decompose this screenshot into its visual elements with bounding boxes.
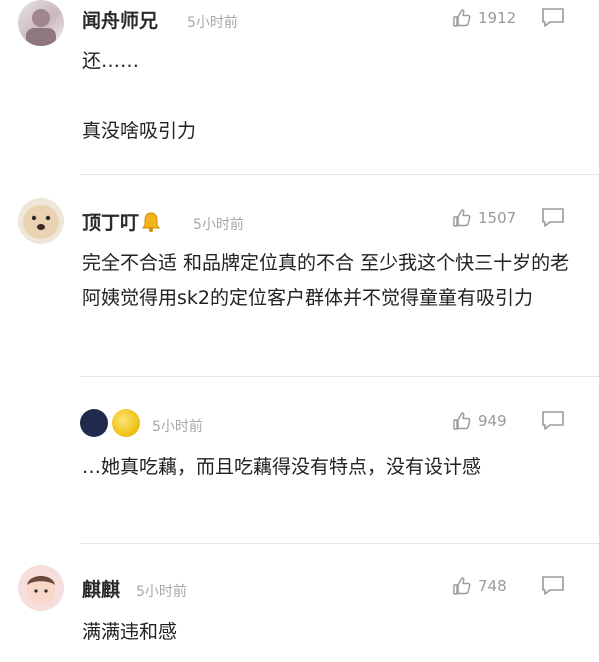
like-count: 949 [478, 412, 507, 430]
like-button[interactable]: 748 [452, 574, 507, 598]
divider [80, 376, 599, 377]
avatar-image [23, 205, 59, 239]
like-button[interactable]: 949 [452, 409, 507, 433]
thumbs-up-icon [453, 577, 471, 595]
username[interactable]: 闻舟师兄 [82, 6, 158, 33]
username[interactable]: 麒麒 [82, 575, 120, 602]
avatar[interactable] [18, 198, 64, 244]
avatar [112, 409, 140, 437]
comment-text: …她真吃藕，而且吃藕得没有特点，没有设计感 [82, 450, 572, 485]
divider [80, 174, 599, 175]
timestamp: 5小时前 [187, 15, 238, 31]
bell-icon [142, 211, 160, 232]
thumbs-up-icon [453, 412, 471, 430]
comment-line: 真没啥吸引力 [82, 120, 197, 142]
comment-line: 完全不合适 和品牌定位真的不合 至少我这个快三十岁的老阿姨觉得用sk2的定位客户… [82, 252, 570, 309]
divider [80, 543, 599, 544]
thumbs-up-icon [453, 209, 471, 227]
username[interactable]: 顶丁叮 [82, 208, 139, 235]
comment-line: 还…… [82, 50, 140, 72]
like-button[interactable]: 1912 [452, 6, 516, 30]
comment-bubble-icon[interactable] [540, 6, 566, 30]
like-count: 748 [478, 577, 507, 595]
comment-line: 满满违和感 [82, 621, 178, 643]
like-button[interactable]: 1507 [452, 206, 516, 230]
comment-bubble-icon[interactable] [540, 206, 566, 230]
comment-text: 还…… 真没啥吸引力 [82, 44, 582, 149]
avatar-group[interactable] [80, 409, 144, 437]
comment-text: 完全不合适 和品牌定位真的不合 至少我这个快三十岁的老阿姨觉得用sk2的定位客户… [82, 246, 572, 316]
comment-bubble-icon[interactable] [540, 409, 566, 433]
like-count: 1507 [478, 209, 517, 227]
username-row: 顶丁叮 [82, 208, 162, 235]
avatar-image [27, 576, 55, 604]
avatar-image [26, 9, 56, 46]
comment-bubble-icon[interactable] [540, 574, 566, 598]
avatar [80, 409, 108, 437]
like-count: 1912 [478, 9, 517, 27]
timestamp: 5小时前 [152, 419, 203, 435]
timestamp: 5小时前 [193, 217, 244, 233]
comment-text: 满满违和感 [82, 615, 582, 650]
thumbs-up-icon [453, 9, 471, 27]
avatar[interactable] [18, 0, 64, 46]
avatar[interactable] [18, 565, 64, 611]
comment-line: …她真吃藕，而且吃藕得没有特点，没有设计感 [82, 456, 482, 478]
timestamp: 5小时前 [136, 584, 187, 600]
